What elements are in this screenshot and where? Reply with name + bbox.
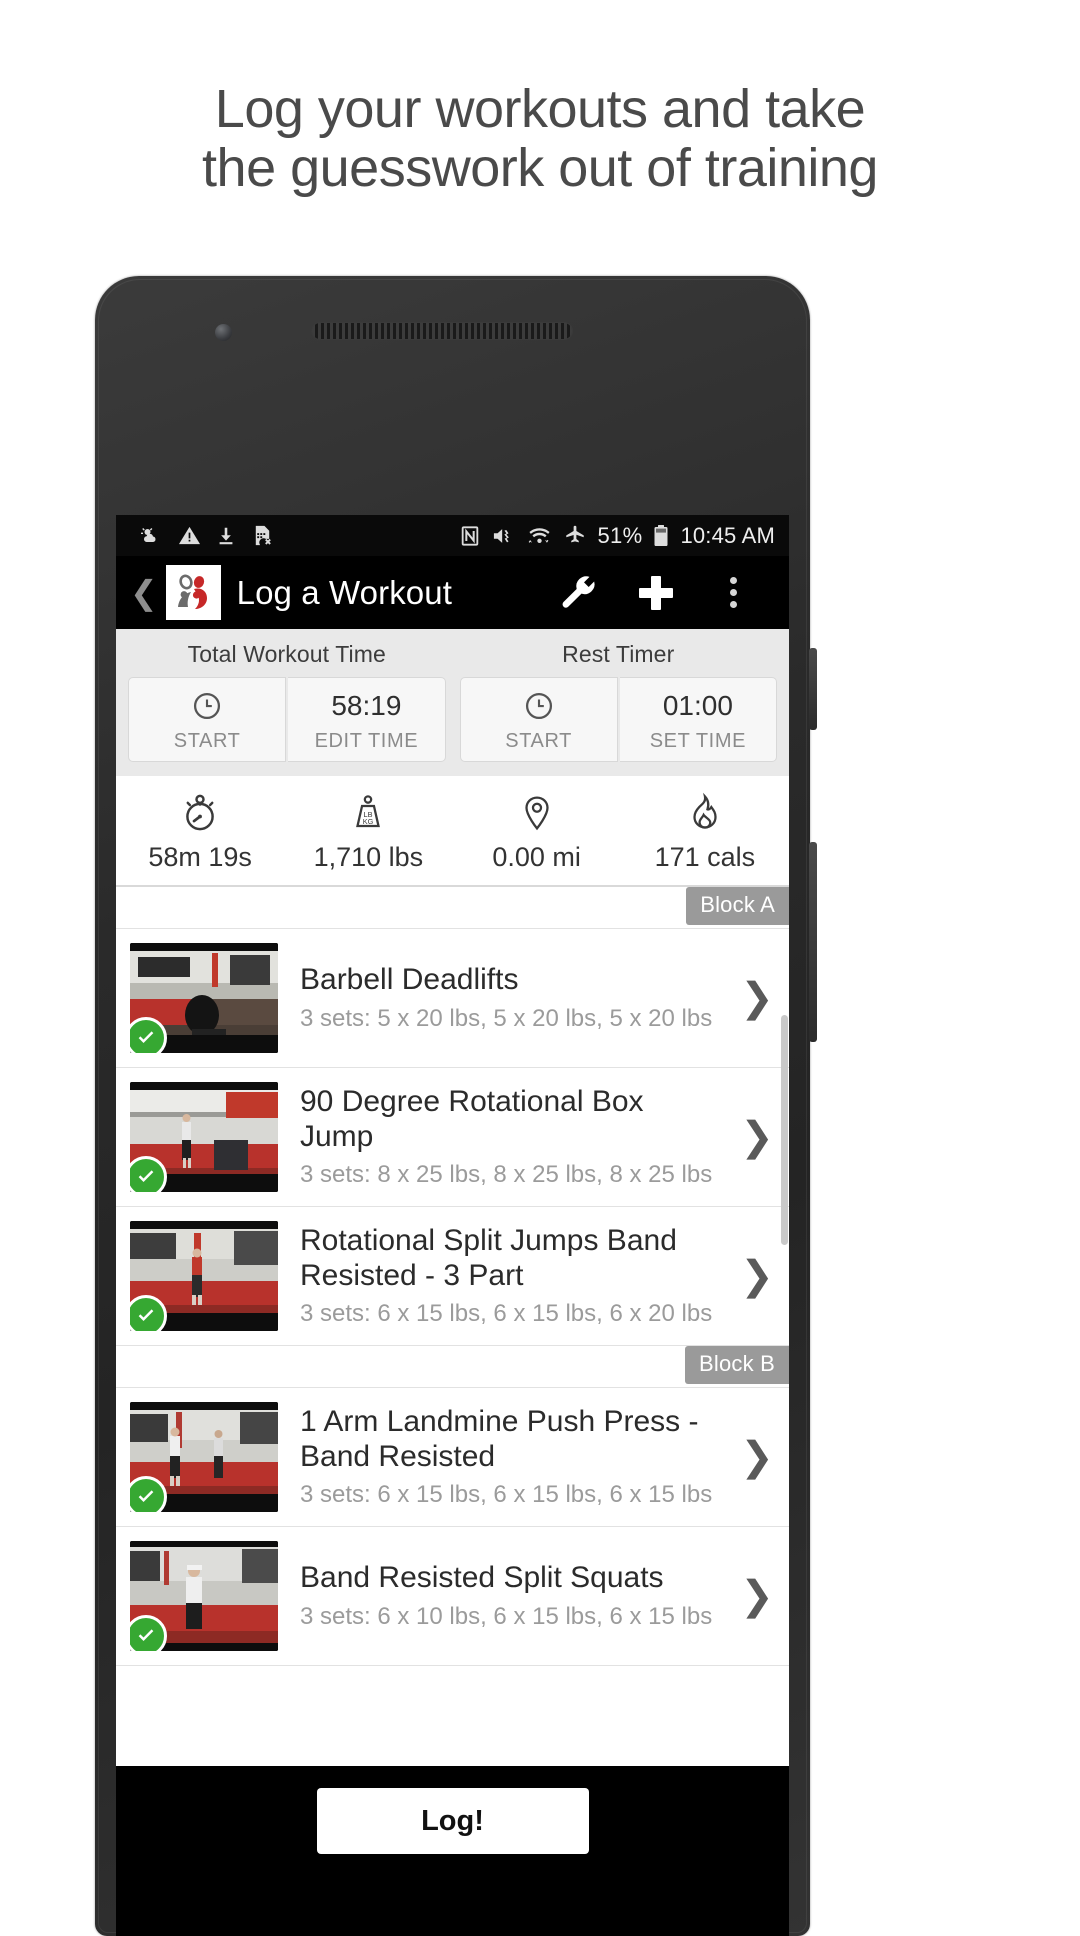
total-workout-time-value: 58:19 xyxy=(331,690,402,721)
wifi-icon xyxy=(527,525,552,547)
exercise-name: Rotational Split Jumps Band Resisted - 3… xyxy=(300,1223,677,1293)
wrench-icon[interactable] xyxy=(539,573,617,613)
back-chevron-icon[interactable]: ❮ xyxy=(124,576,166,609)
vertical-scrollbar[interactable] xyxy=(781,1015,788,1245)
rest-timer: Rest Timer START 01:00 SET TIME xyxy=(459,641,777,762)
rest-timer-start-button[interactable]: START xyxy=(459,677,618,762)
exercise-name: Barbell Deadlifts xyxy=(300,963,519,997)
stat-calories: 171 cals xyxy=(621,790,789,873)
download-icon xyxy=(215,525,237,547)
svg-text:KG: KG xyxy=(363,817,374,826)
total-workout-timer: Total Workout Time START 58:19 EDIT TIME xyxy=(128,641,446,762)
weather-partly-sunny-icon xyxy=(140,524,164,548)
status-bar-clock: 10:45 AM xyxy=(680,522,775,548)
rest-timer-start-label: START xyxy=(505,730,572,752)
sim-card-error-icon xyxy=(251,524,274,547)
workout-stats-row: 58m 19s LB KG 1,710 lbs 0.00 mi 171 cals xyxy=(116,776,789,887)
front-camera-icon xyxy=(215,324,232,341)
bottom-action-bar: Log! xyxy=(116,1766,789,1876)
exercise-sets: 3 sets: 8 x 25 lbs, 8 x 25 lbs, 8 x 25 l… xyxy=(300,1161,713,1189)
stopwatch-icon xyxy=(116,790,284,836)
chevron-right-icon[interactable]: ❯ xyxy=(725,1117,789,1157)
block-separator: Block B xyxy=(116,1346,789,1388)
flame-icon xyxy=(621,790,789,836)
total-workout-edit-time-label: EDIT TIME xyxy=(314,730,419,752)
stat-distance-value: 0.00 mi xyxy=(492,842,581,872)
status-bar: 51% 10:45 AM xyxy=(116,515,789,556)
total-workout-start-label: START xyxy=(173,730,241,752)
stat-weight-value: 1,710 lbs xyxy=(313,842,424,872)
volume-button[interactable] xyxy=(809,842,817,1042)
total-workout-timer-label: Total Workout Time xyxy=(187,641,386,667)
landmine-push-press-thumbnail xyxy=(130,1402,278,1512)
power-button[interactable] xyxy=(809,648,817,730)
promo-line-1: Log your workouts and take xyxy=(214,79,866,139)
mute-vibrate-icon xyxy=(492,525,516,547)
exercise-name: 1 Arm Landmine Push Press - Band Resiste… xyxy=(300,1404,699,1474)
exercise-name: 90 Degree Rotational Box Jump xyxy=(300,1084,644,1154)
list-item[interactable]: Band Resisted Split Squats 3 sets: 6 x 1… xyxy=(116,1527,789,1666)
airplane-mode-icon xyxy=(563,525,587,547)
nfc-icon xyxy=(459,525,481,547)
rest-timer-set-time-button[interactable]: 01:00 SET TIME xyxy=(619,677,777,762)
battery-icon xyxy=(653,524,669,548)
box-jump-thumbnail xyxy=(130,1082,278,1192)
earpiece-speaker xyxy=(311,322,573,340)
list-item[interactable]: 1 Arm Landmine Push Press - Band Resiste… xyxy=(116,1388,789,1527)
phone-bottom-chin xyxy=(116,1876,789,1936)
weight-plate-icon: LB KG xyxy=(284,790,452,836)
overflow-menu-icon[interactable] xyxy=(695,577,773,608)
list-item[interactable]: 90 Degree Rotational Box Jump 3 sets: 8 … xyxy=(116,1068,789,1207)
promo-headline: Log your workouts and take the guesswork… xyxy=(0,79,1080,199)
block-badge: Block A xyxy=(686,887,789,925)
total-workout-edit-time-button[interactable]: 58:19 EDIT TIME xyxy=(288,677,446,762)
split-squats-thumbnail xyxy=(130,1541,278,1651)
rest-timer-value: 01:00 xyxy=(662,690,733,721)
rest-timer-label: Rest Timer xyxy=(562,641,675,667)
exercise-sets: 3 sets: 6 x 15 lbs, 6 x 15 lbs, 6 x 15 l… xyxy=(300,1481,713,1509)
phone-device-frame: 51% 10:45 AM ❮ Log a Workout Total Worko… xyxy=(95,276,817,1936)
warning-triangle-icon xyxy=(178,524,201,547)
clock-icon xyxy=(129,688,285,724)
exercise-sets: 3 sets: 6 x 10 lbs, 6 x 15 lbs, 6 x 15 l… xyxy=(300,1602,713,1630)
total-workout-start-button[interactable]: START xyxy=(128,677,287,762)
chevron-right-icon[interactable]: ❯ xyxy=(725,978,789,1018)
exercise-sets: 3 sets: 6 x 15 lbs, 6 x 15 lbs, 6 x 20 l… xyxy=(300,1300,713,1328)
stat-duration: 58m 19s xyxy=(116,790,284,873)
exercise-name: Band Resisted Split Squats xyxy=(300,1561,664,1595)
phone-screen: 51% 10:45 AM ❮ Log a Workout Total Worko… xyxy=(116,515,789,1766)
stat-calories-value: 171 cals xyxy=(654,842,756,872)
chevron-right-icon[interactable]: ❯ xyxy=(725,1437,789,1477)
app-logo-icon xyxy=(165,565,221,620)
chevron-right-icon[interactable]: ❯ xyxy=(725,1256,789,1296)
stat-distance: 0.00 mi xyxy=(453,790,621,873)
exercise-list: Block A Barbell Deadlifts 3 sets: 5 x 20… xyxy=(116,887,789,1666)
map-pin-icon xyxy=(453,790,621,836)
block-badge: Block B xyxy=(685,1346,789,1384)
barbell-deadlifts-thumbnail xyxy=(130,943,278,1053)
chevron-right-icon[interactable]: ❯ xyxy=(725,1576,789,1616)
clock-icon xyxy=(461,688,617,724)
plus-icon[interactable] xyxy=(617,575,695,610)
list-item[interactable]: Barbell Deadlifts 3 sets: 5 x 20 lbs, 5 … xyxy=(116,929,789,1068)
app-bar: ❮ Log a Workout xyxy=(116,556,789,629)
timers-panel: Total Workout Time START 58:19 EDIT TIME xyxy=(116,629,789,776)
rest-timer-set-time-label: SET TIME xyxy=(649,730,747,752)
battery-percent-label: 51% xyxy=(597,522,643,548)
list-item[interactable]: Rotational Split Jumps Band Resisted - 3… xyxy=(116,1207,789,1346)
block-separator: Block A xyxy=(116,887,789,929)
exercise-sets: 3 sets: 5 x 20 lbs, 5 x 20 lbs, 5 x 20 l… xyxy=(300,1004,713,1032)
page-title: Log a Workout xyxy=(236,573,452,611)
promo-line-2: the guesswork out of training xyxy=(202,138,878,199)
stat-duration-value: 58m 19s xyxy=(148,842,252,872)
split-jumps-thumbnail xyxy=(130,1221,278,1331)
log-button[interactable]: Log! xyxy=(316,1788,589,1854)
stat-weight: LB KG 1,710 lbs xyxy=(284,790,452,873)
